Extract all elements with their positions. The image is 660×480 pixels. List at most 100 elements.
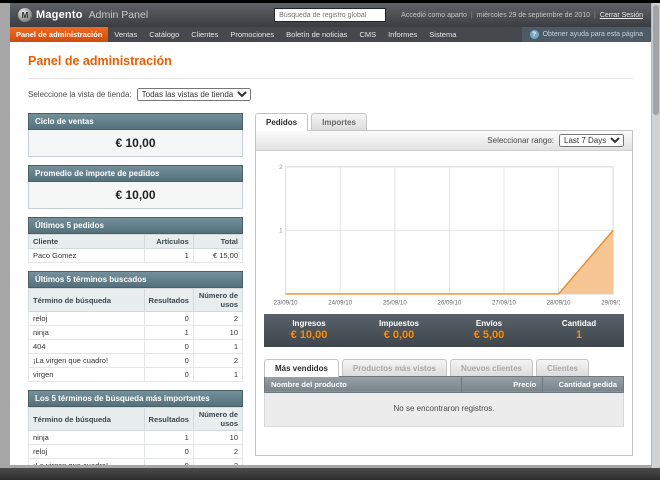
cell: ninja (28, 325, 145, 340)
chart-tab[interactable]: Pedidos (255, 113, 309, 131)
box-title: Últimos 5 términos buscados (28, 271, 243, 288)
separator: | (593, 11, 596, 19)
nav-item[interactable]: Clientes (185, 27, 224, 42)
nav-item[interactable]: Sistema (423, 27, 462, 42)
top-search-table: Término de búsqueda Resultados Número de u… (28, 407, 244, 465)
column-header: Total (192, 234, 244, 249)
nav-item[interactable]: Ventas (108, 27, 143, 42)
nav-item[interactable]: Promociones (224, 27, 280, 42)
help-label: Obtener ayuda para esta página (542, 31, 643, 38)
column-header: Nombre del producto (263, 375, 463, 393)
nav-item[interactable]: Panel de administración (10, 27, 109, 42)
cell: 1 (143, 248, 194, 263)
svg-text:25/09/10: 25/09/10 (383, 300, 407, 307)
main-nav: Panel de administración Ventas Catálogo Cli… (10, 27, 651, 42)
help-icon: ? (529, 30, 539, 39)
last-search-table: Término de búsqueda Resultados Número de u… (28, 288, 244, 382)
column-header: Número de usos (192, 407, 244, 431)
table-row[interactable]: ¡La virgen que cuadro!02 (28, 353, 244, 368)
table-body: ninja110reloj02¡La virgen que cuadro!024… (28, 430, 244, 465)
range-label: Seleccionar rango: (487, 136, 554, 145)
cell: 0 (143, 367, 194, 382)
cell: 1 (192, 339, 244, 354)
column-header: Artículos (143, 234, 194, 249)
stat-label: Impuestos (378, 318, 419, 328)
cell: 2 (192, 311, 244, 326)
svg-text:23/09/10: 23/09/10 (274, 300, 298, 307)
store-view-select[interactable]: Todas las vistas de tienda (136, 88, 251, 101)
global-search-input[interactable] (274, 8, 387, 22)
cell: reloj (28, 444, 145, 459)
table-row[interactable]: ¡La virgen que cuadro!02 (28, 458, 244, 465)
table-head: Término de búsqueda Resultados Número de u… (28, 407, 244, 431)
column-header: Resultados (143, 407, 194, 431)
column-header: Resultados (143, 288, 194, 312)
stat-label: Cantidad (561, 318, 597, 328)
cell: ninja (28, 430, 145, 445)
range-select[interactable]: Last 7 Days (559, 134, 624, 147)
column-header: Término de búsqueda (28, 407, 145, 431)
average-orders-value: € 10,00 (28, 182, 243, 209)
cell: 2 (192, 353, 244, 368)
table-row[interactable]: Paco Gomez 1 € 15,00 (28, 248, 244, 263)
table-header-row: Cliente Artículos Total (28, 234, 244, 249)
cell: 2 (192, 444, 244, 459)
products-table: Nombre del producto Precio Cantidad pedida… (263, 375, 624, 427)
table-head: Término de búsqueda Resultados Número de u… (28, 288, 244, 312)
svg-text:27/09/10: 27/09/10 (492, 300, 516, 307)
stat: Envíos € 5,00 (444, 319, 534, 341)
dashboard-main: Pedidos Importes Seleccionar rango: Last … (255, 113, 633, 465)
svg-text:29/09/10: 29/09/10 (601, 300, 620, 307)
nav-item[interactable]: Informes (382, 27, 423, 42)
window-chrome-bottom (0, 468, 660, 480)
column-header: Cantidad pedida (542, 375, 624, 393)
cell: 1 (192, 367, 244, 382)
grid-tab[interactable]: Más vendidos (264, 358, 339, 377)
logged-in-as: Accedió como aparto (401, 11, 467, 19)
cell: ¡La virgen que cuadro! (28, 458, 145, 465)
orders-panel: Seleccionar rango: Last 7 Days 1 2 23/09/1… (255, 130, 633, 456)
box-title: Ciclo de ventas (28, 113, 243, 130)
last-orders-table: Cliente Artículos Total Paco Gomez 1 € 15,00 (28, 234, 244, 263)
magento-logo-icon: M (18, 8, 32, 22)
table-row[interactable]: reloj 0 2 (28, 311, 244, 326)
store-view-switcher: Seleccione la vista de tienda: Todas las… (28, 78, 633, 101)
browser-scrollbar (651, 3, 660, 468)
logo-subtext: Admin Panel (88, 9, 149, 21)
page-help-link[interactable]: ? Obtener ayuda para esta página (521, 27, 651, 42)
average-orders-box: Promedio de importe de pedidos € 10,00 (28, 165, 243, 209)
stat-label: Envíos (475, 318, 503, 328)
cell: reloj (28, 311, 145, 326)
scrollbar-thumb[interactable] (653, 5, 659, 115)
nav-item[interactable]: CMS (353, 27, 382, 42)
last-search-terms-box: Últimos 5 términos buscados Término de b… (28, 271, 244, 382)
box-title: Últimos 5 pedidos (28, 217, 243, 234)
table-body: reloj 0 2 ninja 1 10 404 0 1 ¡La virgen que cuadr… (28, 311, 244, 382)
table-row[interactable]: virgen 0 1 (28, 367, 244, 382)
table-row[interactable]: ninja 1 10 (28, 325, 244, 340)
admin-header: M Magento Admin Panel Accedió como apart… (10, 3, 651, 27)
nav-item[interactable]: Boletín de noticias (280, 27, 353, 42)
orders-chart: 1 2 23/09/10 24/09/10 25/09/10 26/09/10 27/09/… (274, 164, 620, 307)
cell: 1 (143, 325, 194, 340)
cell: 0 (143, 339, 194, 354)
table-row[interactable]: reloj 0 2 (28, 444, 244, 459)
nav-items: Panel de administración Ventas Catálogo Cli… (10, 27, 462, 42)
range-bar: Seleccionar rango: Last 7 Days (256, 131, 632, 151)
nav-item[interactable]: Catálogo (143, 27, 185, 42)
table-header-row: Nombre del producto Precio Cantidad pedida (263, 375, 624, 393)
cell: 0 (143, 311, 194, 326)
table-head: Cliente Artículos Total (28, 234, 244, 249)
table-row[interactable]: ninja 1 10 (28, 430, 244, 445)
logout-link[interactable]: Cerrar Sesión (600, 12, 643, 19)
chart-tab[interactable]: Importes (311, 113, 367, 130)
table-header-row: Término de búsqueda Resultados Número de u… (28, 288, 244, 312)
stat-label: Ingresos (292, 318, 326, 328)
magento-logo: M Magento Admin Panel (18, 8, 148, 22)
column-header: Término de búsqueda (28, 288, 145, 312)
stat: Impuestos € 0,00 (354, 319, 444, 341)
table-row[interactable]: 404 0 1 (28, 339, 244, 354)
cell: ¡La virgen que cuadro! (28, 353, 145, 368)
chart-area: 1 2 23/09/10 24/09/10 25/09/10 26/09/10 27/09/… (256, 151, 632, 308)
magento-admin-window: M Magento Admin Panel Accedió como apart… (10, 3, 651, 465)
